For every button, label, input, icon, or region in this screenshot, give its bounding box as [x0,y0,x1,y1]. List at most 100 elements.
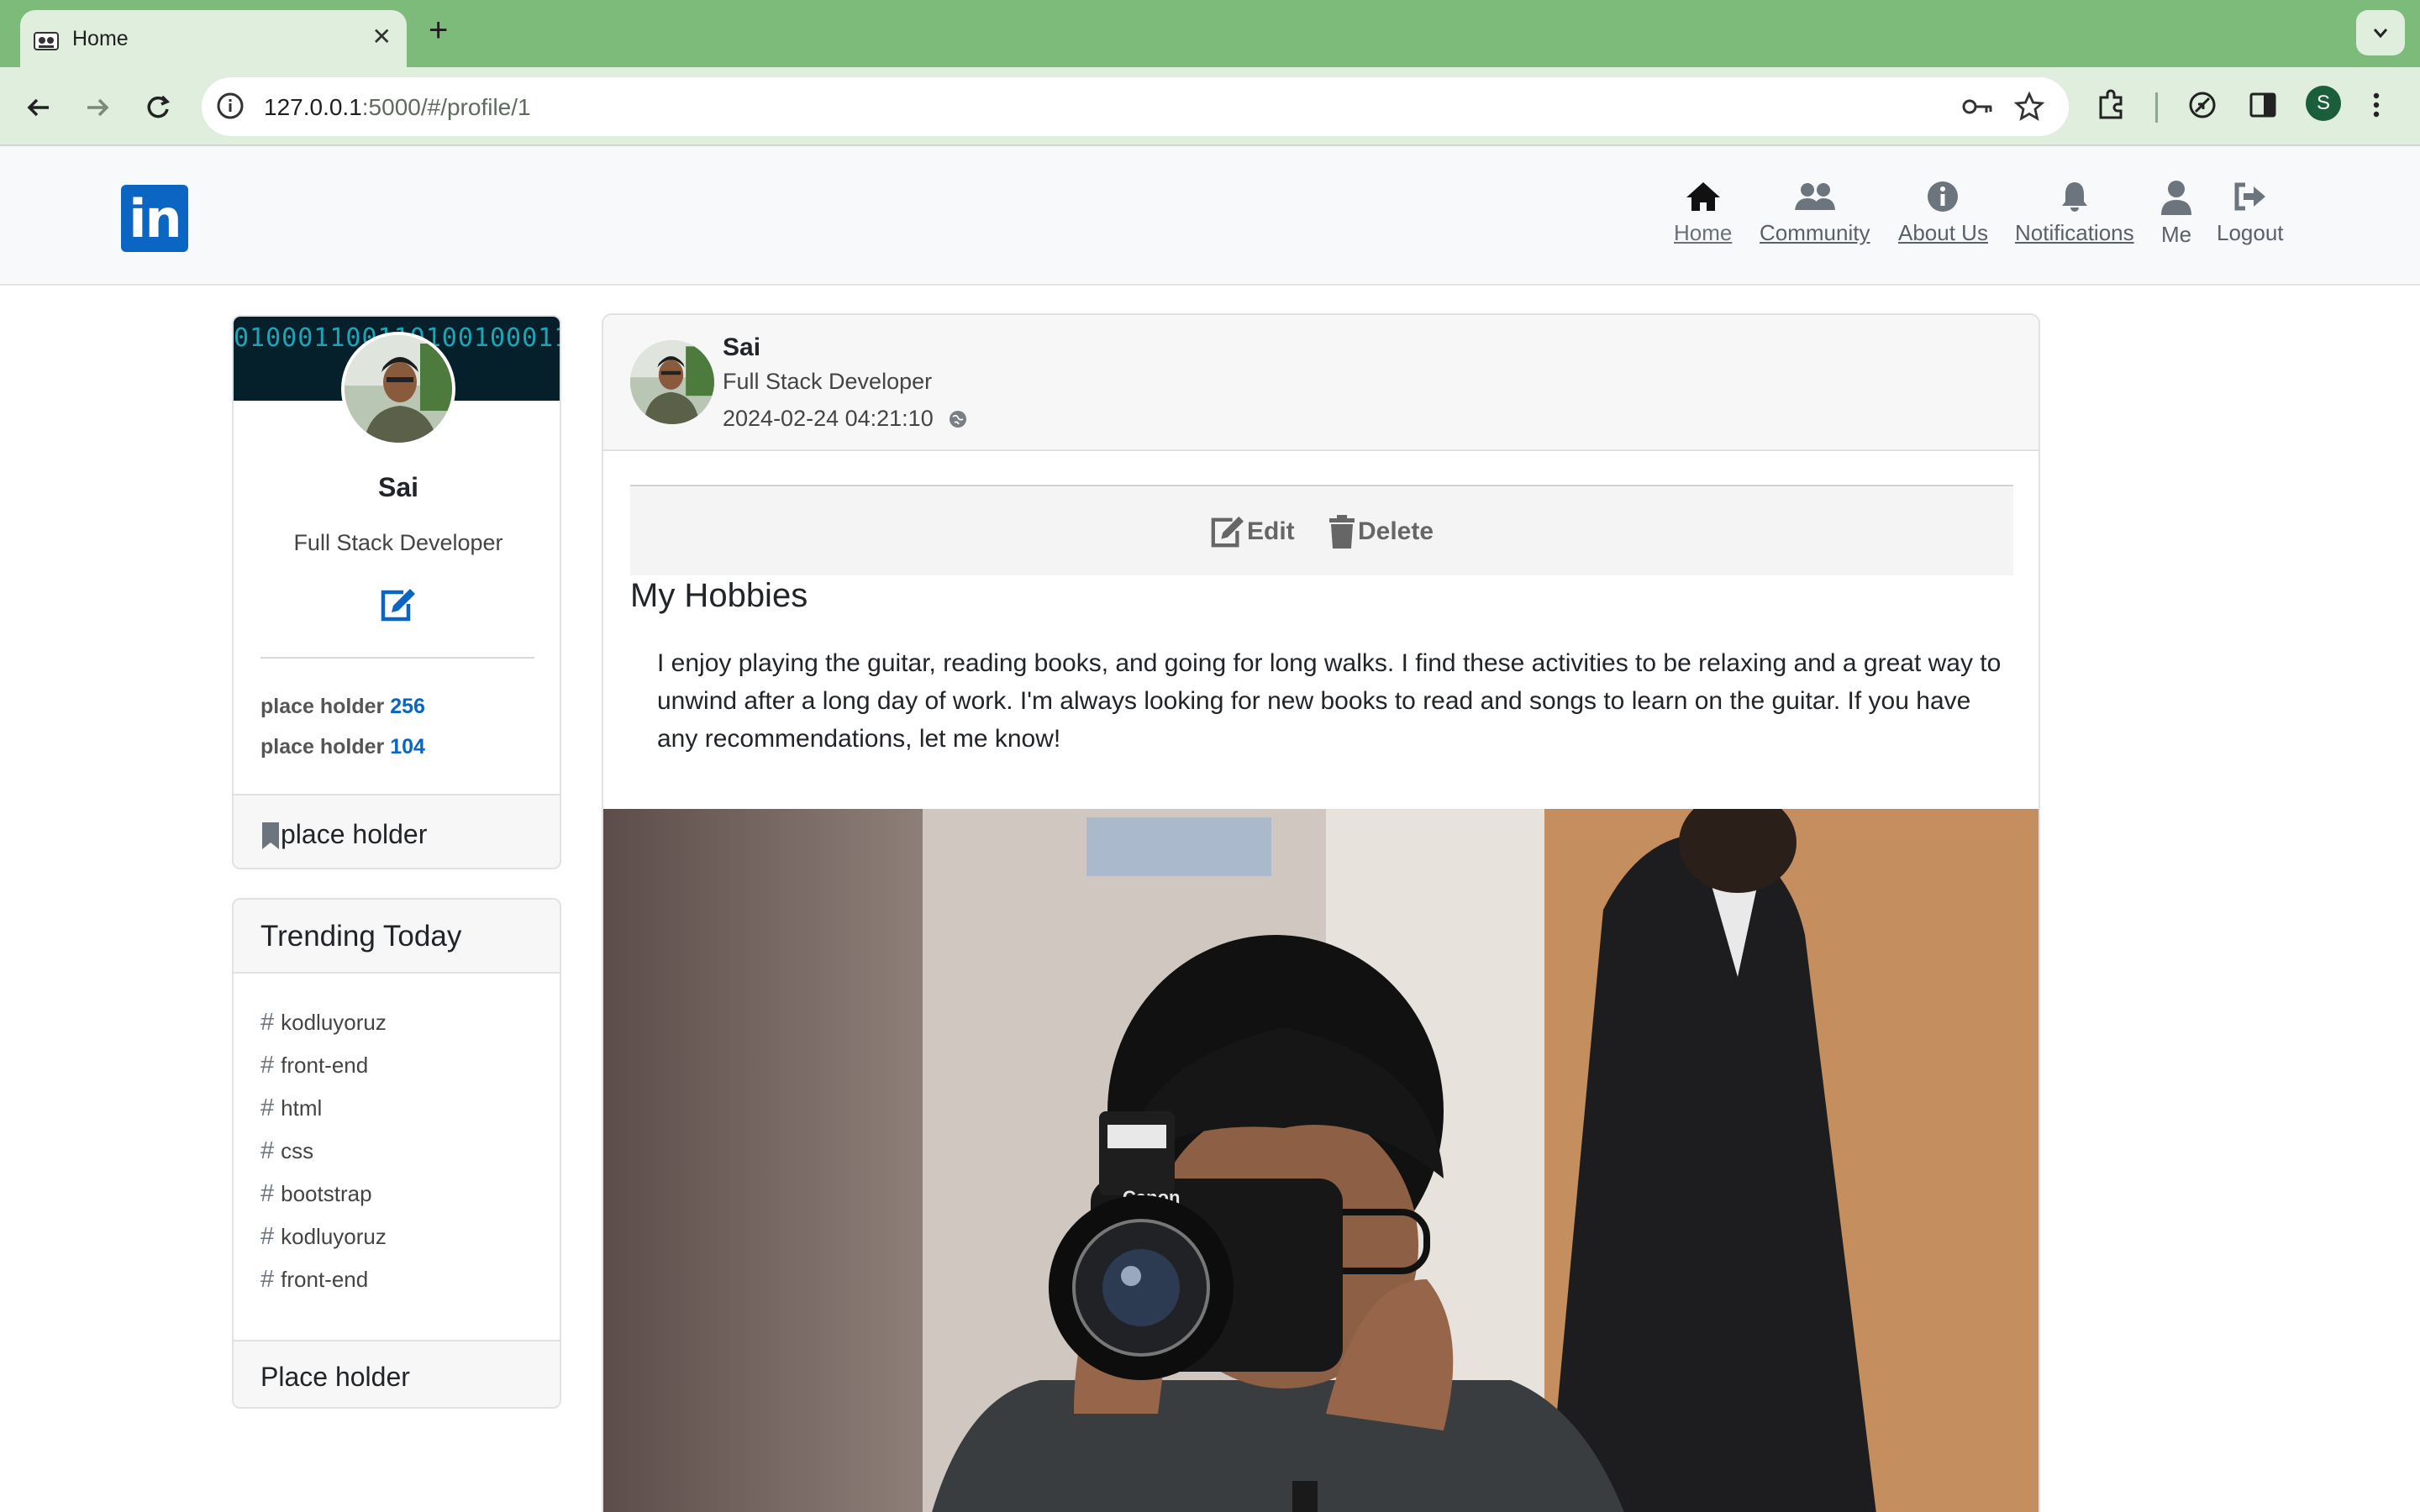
trending-tag-label: kodluyoruz [281,1010,387,1035]
nav-notifications-label: Notifications [2015,220,2134,245]
post-card: Sai Full Stack Developer 2024-02-24 04:2… [602,313,2040,1512]
trending-tag-label: css [281,1138,314,1163]
users-icon [1794,183,1835,210]
trending-tag-label: bootstrap [281,1181,372,1206]
password-key-icon[interactable] [1961,94,1995,119]
post-author-name[interactable]: Sai [723,333,760,362]
nav-home[interactable]: Home [1674,180,1732,246]
trending-tag-label: html [281,1095,323,1121]
hashtag-icon: # [260,1180,275,1207]
site-info-icon[interactable] [213,89,247,123]
edit-button[interactable]: Edit [1208,515,1295,549]
forward-arrow-icon[interactable] [79,89,116,126]
profile-avatar[interactable] [341,332,455,446]
profile-stat-2[interactable]: place holder 104 [260,735,425,759]
stat-value: 256 [390,695,425,718]
stat-label: place holder [260,735,385,759]
trending-tag[interactable]: # kodluyoruz [260,1223,387,1251]
trending-title: Trending Today [260,920,462,953]
linkedin-logo[interactable]: in [121,185,188,252]
trending-header: Trending Today [234,900,560,974]
profile-title: Full Stack Developer [293,530,503,555]
post-image[interactable]: Canon [603,809,2039,1512]
avatar-photo [345,335,452,443]
hashtag-icon: # [260,1266,275,1293]
delete-label: Delete [1358,517,1434,545]
profile-name: Sai [377,472,419,502]
nav-logout[interactable]: Logout [2217,180,2284,246]
bookmark-star-icon[interactable] [2013,91,2045,123]
nav-home-label: Home [1674,220,1733,245]
globe-icon [950,411,966,428]
nav-logout-label: Logout [2217,220,2284,245]
post-timestamp: 2024-02-24 04:21:10 [723,406,934,431]
nav-about-us[interactable]: About Us [1898,180,1988,246]
back-arrow-icon[interactable] [20,89,57,126]
hashtag-icon: # [260,1009,275,1036]
browser-toolbar: 127.0.0.1:5000/#/profile/1 S [0,67,2420,146]
favicon-icon [34,32,59,50]
profile-stat-1[interactable]: place holder 256 [260,695,425,719]
tab-title: Home [72,27,129,50]
browser-tab[interactable]: Home ✕ [20,10,407,67]
edit-label: Edit [1247,517,1295,545]
extensions-puzzle-icon[interactable] [2094,87,2129,123]
nav-community-label: Community [1760,220,1870,245]
logout-icon [2234,182,2265,211]
url-path: :5000/#/profile/1 [361,94,531,120]
edit-profile-icon[interactable] [378,587,417,622]
bell-icon [2061,182,2087,212]
edit-icon [1211,516,1244,548]
post-author-title: Full Stack Developer [723,369,933,394]
address-bar[interactable]: 127.0.0.1:5000/#/profile/1 [202,77,2069,136]
reload-icon[interactable] [139,89,176,126]
tab-close-icon[interactable]: ✕ [372,25,392,49]
delete-button[interactable]: Delete [1328,515,1434,549]
home-icon [1686,182,1720,211]
trending-tag[interactable]: # bootstrap [260,1180,372,1208]
trending-card: Trending Today # kodluyoruz # front-end # h… [232,898,561,1409]
url-host: 127.0.0.1 [264,94,362,120]
kebab-menu-icon[interactable] [2368,87,2385,123]
toolbar-separator [2155,92,2158,123]
hashtag-icon: # [260,1052,275,1079]
nav-notifications[interactable]: Notifications [2015,180,2134,246]
profile-card: 0100011001101001000110 01100100101100100… [232,315,561,869]
stat-label: place holder [260,695,385,718]
nav-community[interactable]: Community [1760,180,1870,246]
trending-tag-label: kodluyoruz [281,1224,387,1249]
trending-tag[interactable]: # front-end [260,1266,368,1294]
post-title: My Hobbies [630,577,808,614]
hashtag-icon: # [260,1095,275,1121]
nav-about-label: About Us [1898,220,1988,245]
url-text[interactable]: 127.0.0.1:5000/#/profile/1 [264,94,531,121]
new-tab-icon[interactable]: + [429,13,448,47]
trending-tag[interactable]: # front-end [260,1052,368,1079]
photographer-photo: Canon [603,809,2039,1512]
trending-footer[interactable]: Place holder [234,1340,560,1407]
post-author-avatar[interactable] [630,340,714,424]
trending-footer-label: Place holder [260,1362,410,1392]
hashtag-icon: # [260,1137,275,1164]
site-navbar: in Home Community About Us Notifications… [0,146,2420,286]
info-icon [1928,181,1959,212]
nav-me[interactable]: Me [2160,180,2193,248]
trending-tag-label: front-end [281,1053,369,1078]
trending-tag[interactable]: # kodluyoruz [260,1009,387,1037]
post-body: I enjoy playing the guitar, reading book… [657,649,2002,753]
profile-footer-label: place holder [281,819,428,849]
trending-tag[interactable]: # html [260,1095,322,1122]
post-action-bar: Edit Delete [630,485,2013,575]
browser-profile-avatar[interactable]: S [2306,86,2341,121]
stat-value: 104 [390,735,425,759]
avatar-photo [630,340,714,424]
trending-tag-label: front-end [281,1267,369,1292]
tab-search-button[interactable] [2356,10,2405,55]
post-header: Sai Full Stack Developer 2024-02-24 04:2… [603,315,2039,451]
side-panel-icon[interactable] [2245,87,2281,123]
trending-tag[interactable]: # css [260,1137,313,1165]
nav-me-label: Me [2160,222,2192,247]
profile-card-footer[interactable]: place holder [234,794,560,868]
profile-divider [260,657,534,659]
extension-leaf-icon[interactable] [2185,87,2220,123]
